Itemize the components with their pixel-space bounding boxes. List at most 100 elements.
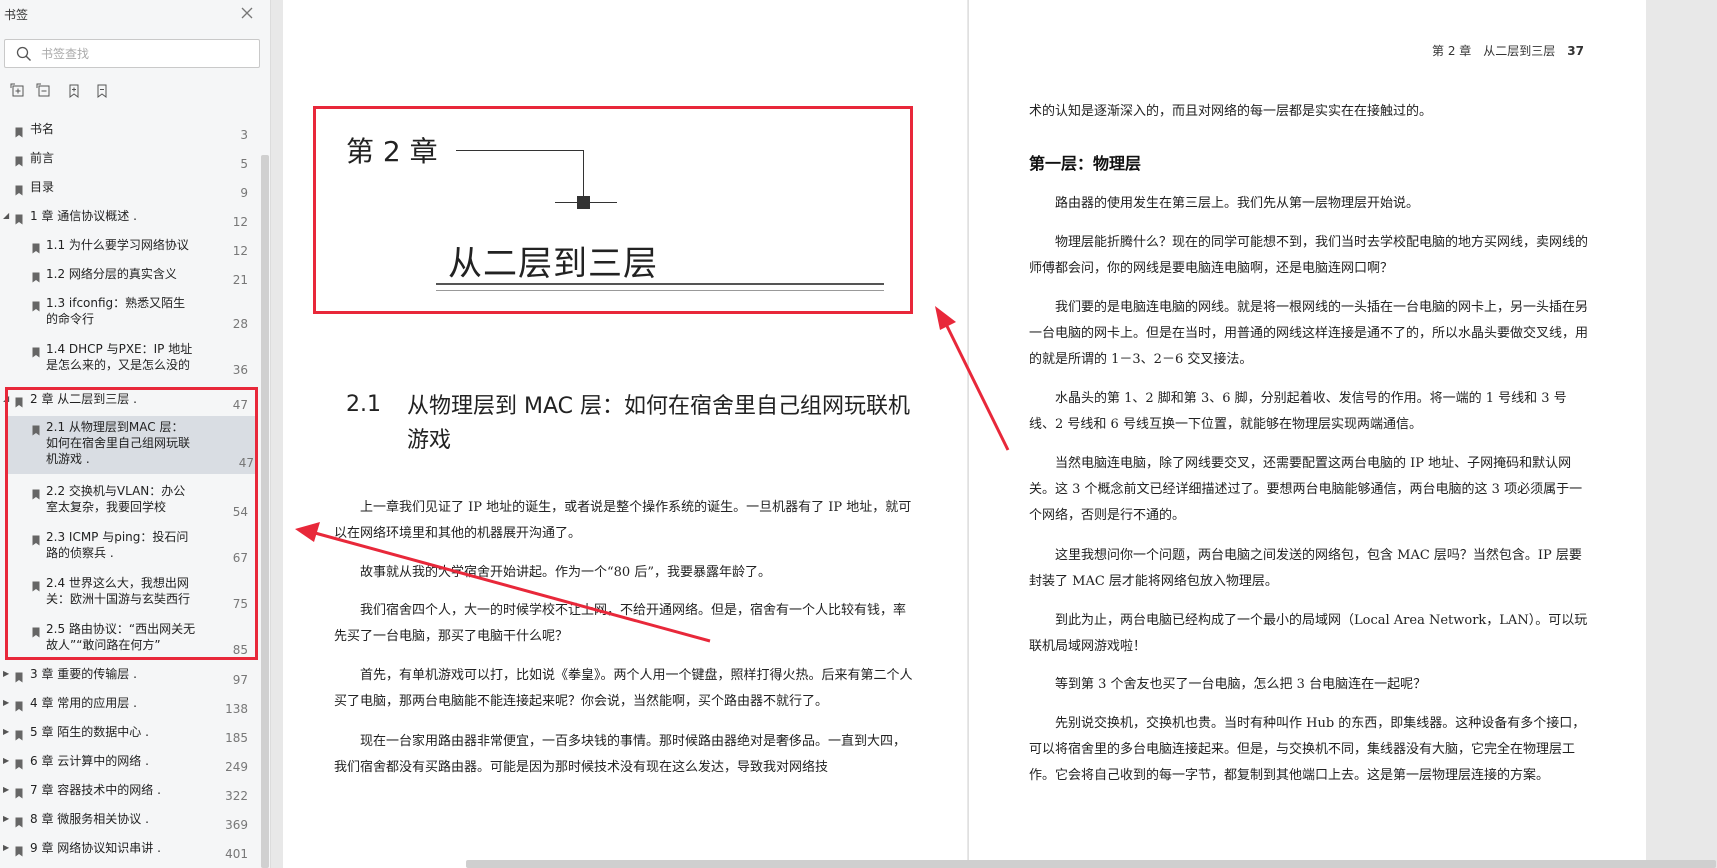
bookmark-search-input[interactable] [41, 44, 251, 64]
bookmark-label: 2.5 路由协议：“西出网关无 故人”“敢问路在何方” [46, 622, 196, 652]
decor-line [456, 150, 584, 151]
collapsed-arrow-icon[interactable]: ▶ [3, 727, 11, 737]
collapsed-arrow-icon[interactable]: ▶ [3, 669, 11, 679]
bookmark-label: 前言 [30, 151, 55, 165]
bookmark-page: 185 [225, 731, 248, 745]
expanded-arrow-icon[interactable]: ◢ [3, 211, 11, 221]
bookmark-icon [15, 210, 23, 225]
bookmark-label: 8 章 微服务相关协议 . [30, 812, 149, 826]
bookmark-label: 2.3 ICMP 与ping：投石问 路的侦察兵 . [46, 530, 189, 560]
bookmark-page: 28 [232, 317, 248, 331]
paragraph: 现在一台家用路由器非常便宜，一百多块钱的事情。那时候路由器绝对是奢侈品。一直到大… [334, 734, 907, 775]
paragraph: 我们宿舍四个人，大一的时候学校不让上网，不给开通网络。但是，宿舍有一个人比较有钱… [334, 603, 907, 644]
bookmark-label: 3 章 重要的传输层 . [30, 667, 137, 681]
bookmark-label: 1.2 网络分层的真实含义 [46, 267, 177, 281]
chapter-number: 第 2 章 [346, 135, 438, 168]
bookmark-page: 85 [232, 643, 248, 657]
bookmark-label: 2.2 交换机与VLAN：办公 室太复杂，我要回学校 [46, 484, 186, 514]
decor-square [577, 196, 590, 209]
bookmark-item[interactable]: 1.3 ifconfig：熟悉又陌生 的命令行 28 [0, 292, 258, 334]
bookmark-item-chapter-4[interactable]: ▶ 4 章 常用的应用层 . 138 [0, 692, 258, 718]
bookmark-page: 47 [232, 398, 248, 412]
page-number: 37 [1567, 44, 1584, 58]
bookmark-page: 369 [225, 818, 248, 832]
bookmark-item[interactable]: 2.4 世界这么大，我想出网 关：欧洲十国游与玄奘西行 75 [0, 572, 258, 614]
bookmark-item-selected[interactable]: 2.1 从物理层到MAC 层： 如何在宿舍里自己组网玩联 机游戏 . 47 [8, 416, 256, 474]
document-view: 第 2 章 从二层到三层 2.1 从物理层到 MAC 层：如何在宿舍里自己组网玩… [271, 0, 1717, 868]
paragraph: 这里我想问你一个问题，两台电脑之间发送的网络包，包含 MAC 层吗？当然包含。I… [1029, 548, 1582, 589]
collapsed-arrow-icon[interactable]: ▶ [3, 785, 11, 795]
bookmark-search-box[interactable] [4, 39, 260, 68]
bookmark-label: 2.4 世界这么大，我想出网 关：欧洲十国游与玄奘西行 [46, 576, 191, 606]
bookmark-label: 9 章 网络协议知识串讲 . [30, 841, 161, 855]
bookmark-item[interactable]: 1.1 为什么要学习网络协议 12 [0, 234, 258, 260]
collapsed-arrow-icon[interactable]: ▶ [3, 814, 11, 824]
sidebar-scrollbar[interactable] [261, 155, 269, 868]
bookmark-icon [15, 813, 23, 828]
bookmark-label: 5 章 陌生的数据中心 . [30, 725, 149, 739]
bookmark-page: 12 [232, 215, 248, 229]
bookmark-page: 75 [232, 597, 248, 611]
bookmark-item[interactable]: 2.3 ICMP 与ping：投石问 路的侦察兵 . 67 [0, 526, 258, 568]
bookmark-page: 67 [232, 551, 248, 565]
bookmark-page: 9 [240, 186, 248, 200]
bookmark-page: 47 [238, 456, 254, 470]
page-36: 第 2 章 从二层到三层 2.1 从物理层到 MAC 层：如何在宿舍里自己组网玩… [283, 0, 967, 868]
bookmark-item-chapter-6[interactable]: ▶ 6 章 云计算中的网络 . 249 [0, 750, 258, 776]
paragraph: 物理层能折腾什么？现在的同学可能想不到，我们当时去学校配电脑的地方买网线，卖网线… [1029, 235, 1589, 276]
bookmark-item-chapter-2[interactable]: ◢ 2 章 从二层到三层 . 47 [0, 388, 258, 414]
sidebar-title: 书签 [4, 8, 29, 22]
remove-bookmark-icon[interactable] [94, 83, 112, 101]
bookmark-page: 54 [232, 505, 248, 519]
collapse-all-icon[interactable] [36, 83, 54, 101]
bookmark-sidebar: 书签 书签查找 书名 3 前言 5 目录 9 ◢ 1 章 通信协议概述 . 12… [0, 0, 271, 868]
decor-line [436, 290, 884, 291]
bookmark-item[interactable]: 1.2 网络分层的真实含义 21 [0, 263, 258, 289]
chapter-title: 从二层到三层 [448, 244, 658, 284]
bookmark-label: 6 章 云计算中的网络 . [30, 754, 149, 768]
bookmark-item-chapter-8[interactable]: ▶ 8 章 微服务相关协议 . 369 [0, 808, 258, 834]
bookmark-page: 21 [232, 273, 248, 287]
bookmark-icon [15, 726, 23, 741]
bookmark-page: 322 [225, 789, 248, 803]
bookmark-item-chapter-9[interactable]: ▶ 9 章 网络协议知识串讲 . 401 [0, 837, 258, 863]
bookmark-page: 36 [232, 363, 248, 377]
bookmark-item[interactable]: 书名 3 [0, 118, 258, 144]
running-header: 第 2 章 从二层到三层 37 [1432, 42, 1584, 59]
bookmark-icon [32, 239, 40, 254]
collapsed-arrow-icon[interactable]: ▶ [3, 698, 11, 708]
bookmark-icon [15, 668, 23, 683]
bookmark-icon [15, 697, 23, 712]
expand-all-icon[interactable] [10, 83, 28, 101]
paragraph: 术的认知是逐渐深入的，而且对网络的每一层都是实实在在接触过的。 [1029, 104, 1433, 119]
bookmark-label: 1 章 通信协议概述 . [30, 209, 137, 223]
bookmark-item[interactable]: 2.5 路由协议：“西出网关无 故人”“敢问路在何方” 85 [0, 618, 258, 660]
collapsed-arrow-icon[interactable]: ▶ [3, 843, 11, 853]
bookmark-item-chapter-7[interactable]: ▶ 7 章 容器技术中的网络 . 322 [0, 779, 258, 805]
bookmark-item[interactable]: 1.4 DHCP 与PXE：IP 地址 是怎么来的，又是怎么没的 36 [0, 338, 258, 380]
section-number: 2.1 [346, 392, 381, 417]
add-bookmark-icon[interactable] [66, 83, 84, 101]
bookmark-icon [32, 485, 40, 500]
bookmark-page: 5 [240, 157, 248, 171]
bookmark-icon [15, 784, 23, 799]
bookmark-label: 4 章 常用的应用层 . [30, 696, 137, 710]
collapsed-arrow-icon[interactable]: ▶ [3, 756, 11, 766]
paragraph: 等到第 3 个舍友也买了一台电脑，怎么把 3 台电脑连在一起呢？ [1055, 677, 1427, 692]
bookmark-item-chapter-3[interactable]: ▶ 3 章 重要的传输层 . 97 [0, 663, 258, 689]
paragraph: 首先，有单机游戏可以打，比如说《拳皇》。两个人用一个键盘，照样打得火热。后来有第… [334, 668, 913, 709]
bookmark-label: 目录 [30, 180, 55, 194]
running-head-title: 第 2 章 从二层到三层 [1432, 44, 1556, 58]
close-icon[interactable] [238, 4, 256, 22]
expanded-arrow-icon[interactable]: ◢ [3, 394, 11, 404]
horizontal-scrollbar[interactable] [466, 860, 1716, 868]
bookmark-icon [32, 623, 40, 638]
bookmark-label: 书名 [30, 122, 55, 136]
bookmark-item[interactable]: 前言 5 [0, 147, 258, 173]
bookmark-item-chapter-1[interactable]: ◢ 1 章 通信协议概述 . 12 [0, 205, 258, 231]
bookmark-item[interactable]: 目录 9 [0, 176, 258, 202]
paragraph: 到此为止，两台电脑已经构成了一个最小的局域网（Local Area Networ… [1029, 613, 1588, 654]
paragraph: 路由器的使用发生在第三层上。我们先从第一层物理层开始说。 [1055, 196, 1420, 211]
bookmark-item[interactable]: 2.2 交换机与VLAN：办公 室太复杂，我要回学校 54 [0, 480, 258, 522]
bookmark-item-chapter-5[interactable]: ▶ 5 章 陌生的数据中心 . 185 [0, 721, 258, 747]
